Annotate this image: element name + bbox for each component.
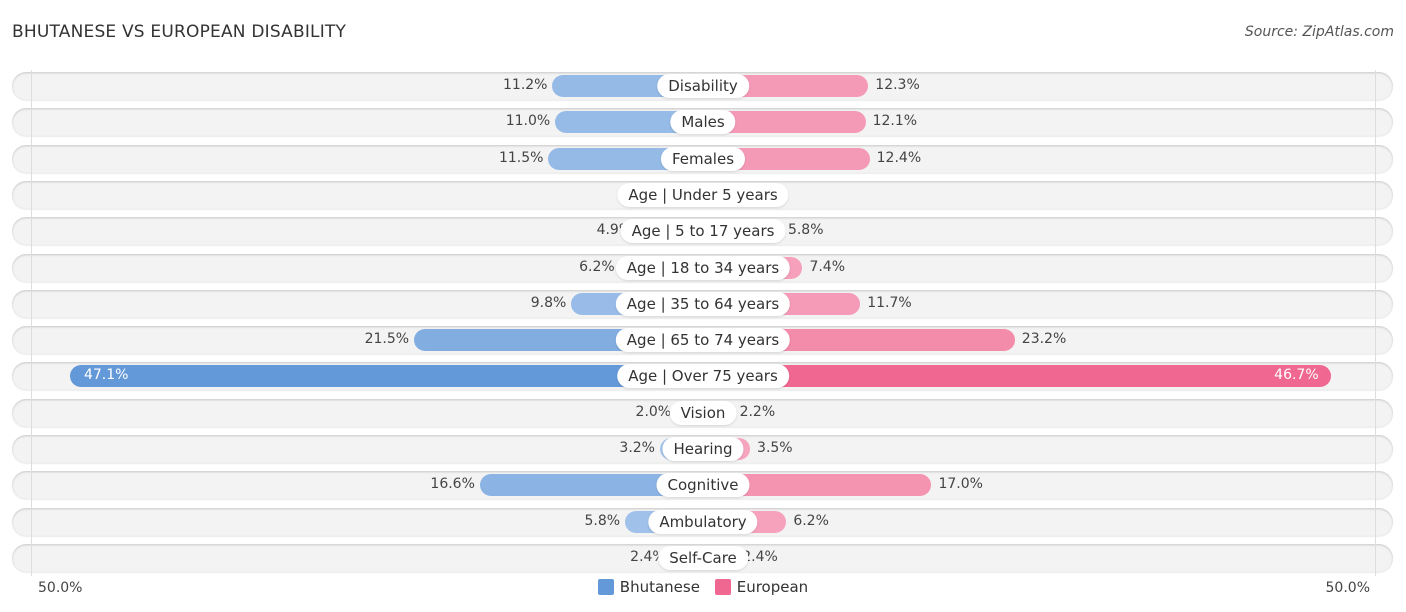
value-label-bhutanese: 3.2% <box>619 440 655 456</box>
legend-swatch-bhutanese <box>597 579 614 595</box>
legend-label-bhutanese: Bhutanese <box>619 578 700 596</box>
bar-row: 16.6% 17.0% Cognitive <box>12 471 1393 500</box>
value-label-bhutanese: 2.0% <box>635 403 672 420</box>
value-label-bhutanese: 11.2% <box>503 77 548 93</box>
value-label-bhutanese: 11.5% <box>498 149 544 166</box>
value-label-european: 2.2% <box>739 403 776 420</box>
bar-row: 3.2% 3.5% Hearing <box>12 435 1393 463</box>
value-label-european: 12.3% <box>875 77 920 93</box>
legend: Bhutanese European <box>0 578 1406 599</box>
bar-row: 47.1% 46.7% Age | Over 75 years <box>12 362 1393 391</box>
value-label-bhutanese: 16.6% <box>430 476 475 493</box>
value-label-bhutanese: 6.2% <box>579 258 615 275</box>
legend-item-bhutanese[interactable]: Bhutanese <box>597 578 700 596</box>
bar-row: 2.4% 2.4% Self-Care <box>12 543 1393 572</box>
value-label-european: 5.8% <box>787 222 824 239</box>
category-label: Age | Under 5 years <box>617 182 789 207</box>
category-label: Age | 18 to 34 years <box>615 255 791 280</box>
category-label: Age | 65 to 74 years <box>615 328 791 353</box>
gridline-left <box>31 70 32 576</box>
value-label-european: 23.2% <box>1021 331 1067 348</box>
value-label-bhutanese: 47.1% <box>83 367 129 384</box>
bar-bhutanese[interactable] <box>69 365 703 388</box>
chart-title: BHUTANESE VS EUROPEAN DISABILITY <box>12 22 347 42</box>
category-label: Females <box>660 146 746 171</box>
value-label-european: 3.5% <box>757 440 793 456</box>
legend-label-european: European <box>736 578 809 596</box>
legend-swatch-european <box>714 579 731 595</box>
bar-row: 6.2% 7.4% Age | 18 to 34 years <box>12 253 1393 282</box>
value-label-european: 12.4% <box>876 149 922 166</box>
source-credit: Source: ZipAtlas.com <box>1244 24 1394 40</box>
category-label: Age | 5 to 17 years <box>620 219 786 244</box>
bar-row: 9.8% 11.7% Age | 35 to 64 years <box>12 289 1393 318</box>
category-label: Self-Care <box>658 545 748 570</box>
value-label-european: 12.1% <box>872 113 918 130</box>
bar-european[interactable] <box>703 365 1331 388</box>
category-label: Age | Over 75 years <box>617 364 789 389</box>
bar-row: 11.5% 12.4% Females <box>12 144 1393 173</box>
value-label-bhutanese: 11.0% <box>505 113 551 130</box>
value-label-bhutanese: 21.5% <box>364 331 410 348</box>
legend-item-european[interactable]: European <box>714 578 809 596</box>
category-label: Cognitive <box>656 473 750 498</box>
category-label: Ambulatory <box>648 509 758 534</box>
bar-row: 21.5% 23.2% Age | 65 to 74 years <box>12 326 1393 355</box>
value-label-bhutanese: 5.8% <box>584 512 621 529</box>
gridline-right <box>1375 70 1376 576</box>
bar-row: 11.2% 12.3% Disability <box>12 72 1393 100</box>
bar-row: 1.2%1.5%Age | Under 5 years <box>12 180 1393 209</box>
value-label-bhutanese: 9.8% <box>530 294 567 311</box>
category-label: Disability <box>657 74 749 98</box>
value-label-european: 6.2% <box>793 512 829 529</box>
category-label: Age | 35 to 64 years <box>615 291 791 316</box>
category-label: Males <box>670 110 736 135</box>
category-label: Vision <box>669 400 737 425</box>
bar-row: 11.0% 12.1% Males <box>12 108 1393 137</box>
bar-row: 2.0% 2.2% Vision <box>12 398 1393 427</box>
value-label-european: 17.0% <box>938 476 983 493</box>
bar-row: 5.8% 6.2% Ambulatory <box>12 507 1393 536</box>
value-label-european: 11.7% <box>867 294 912 311</box>
value-label-european: 7.4% <box>809 258 846 275</box>
bar-row: 4.9% 5.8% Age | 5 to 17 years <box>12 217 1393 246</box>
value-label-european: 46.7% <box>1274 367 1319 384</box>
category-label: Hearing <box>662 437 744 461</box>
